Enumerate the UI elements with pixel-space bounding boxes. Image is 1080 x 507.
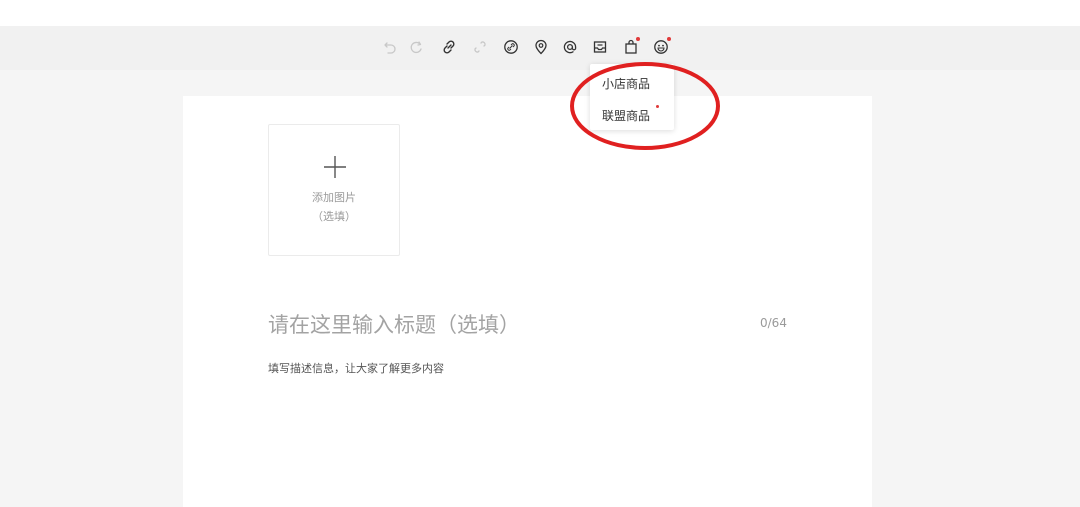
emoji-badge xyxy=(667,37,671,41)
menu-item-affiliate-products[interactable]: 联盟商品 xyxy=(602,107,650,124)
affiliate-products-badge xyxy=(656,105,659,108)
product-dropdown: 小店商品 联盟商品 xyxy=(590,64,674,130)
location-icon[interactable] xyxy=(532,38,550,56)
shopping-bag-badge xyxy=(636,37,640,41)
unlink-icon[interactable] xyxy=(471,38,489,56)
add-image-label: 添加图片 xyxy=(312,191,356,204)
redo-icon[interactable] xyxy=(407,38,425,56)
plus-icon xyxy=(324,156,346,178)
add-image-optional-label: （选填） xyxy=(312,210,356,223)
title-char-counter: 0/64 xyxy=(760,316,787,330)
link-icon[interactable] xyxy=(440,38,458,56)
undo-icon[interactable] xyxy=(381,38,399,56)
add-image-button[interactable]: 添加图片 （选填） xyxy=(268,124,400,256)
top-bar xyxy=(0,0,1080,26)
menu-item-shop-products[interactable]: 小店商品 xyxy=(602,75,650,92)
title-input[interactable] xyxy=(268,309,738,341)
product-link-icon[interactable] xyxy=(502,38,520,56)
mention-icon[interactable] xyxy=(561,38,579,56)
description-input[interactable] xyxy=(268,360,788,440)
inbox-icon[interactable] xyxy=(591,38,609,56)
